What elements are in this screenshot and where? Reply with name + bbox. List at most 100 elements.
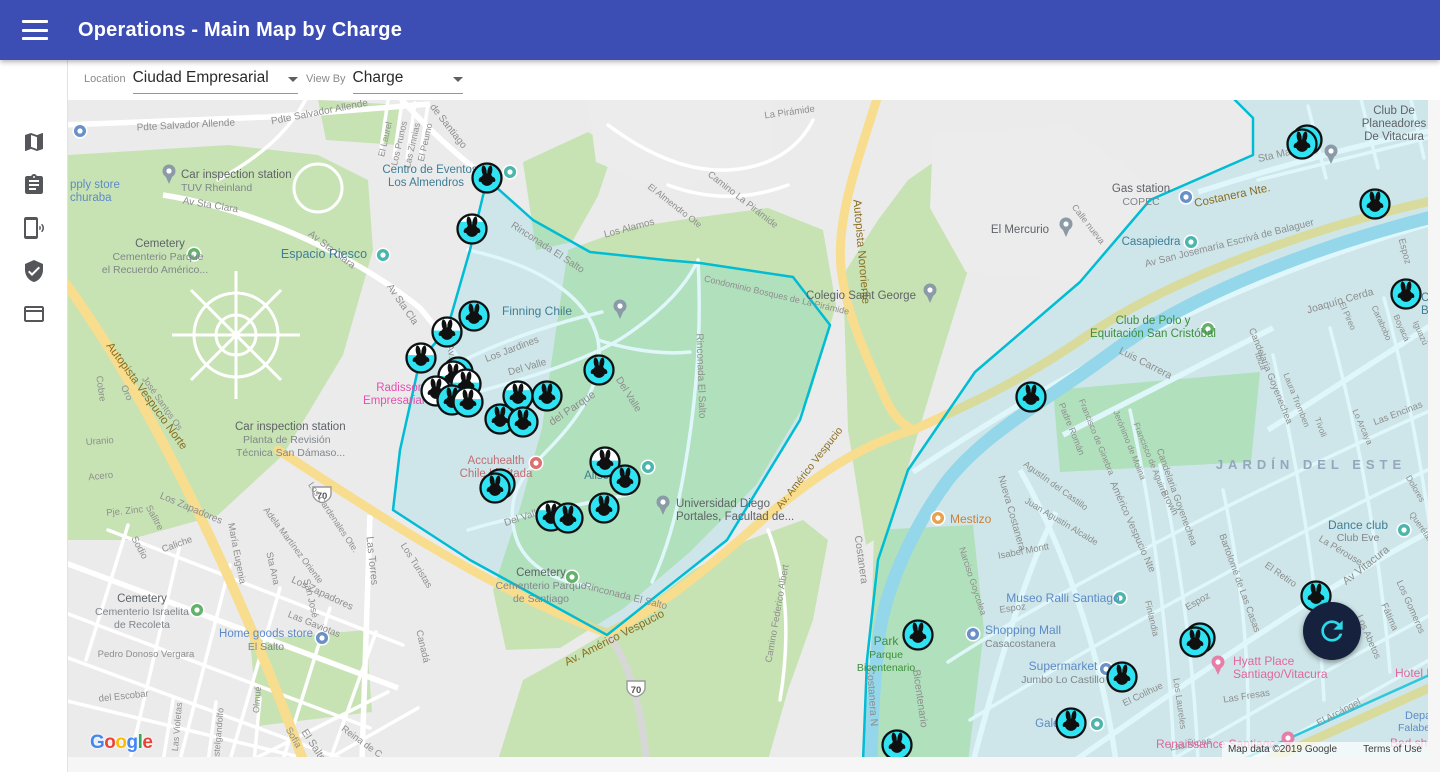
map-label: Accuhealth	[468, 455, 525, 467]
viewby-label: View By	[306, 73, 346, 85]
map-label: churaba	[70, 192, 112, 204]
google-logo-letter: o	[104, 732, 115, 753]
vehicle-marker[interactable]	[585, 356, 614, 385]
google-logo-letter: e	[142, 732, 152, 753]
map-poi[interactable]	[966, 627, 980, 641]
vehicle-marker[interactable]	[407, 344, 436, 373]
location-select[interactable]: Ciudad Empresarial	[133, 69, 298, 94]
map-canvas[interactable]: 7070 Pdte Salvador AllendePdte Salvador …	[68, 100, 1428, 757]
vehicle-marker[interactable]	[1392, 280, 1421, 309]
viewby-field: View By Charge	[306, 69, 463, 94]
vehicle-marker[interactable]	[454, 388, 483, 417]
map-label: Los Almendros	[388, 177, 464, 189]
attribution-text: Map data ©2019 Google	[1228, 744, 1337, 755]
map-label: Equitación San Cristóbal	[1090, 328, 1216, 340]
map-label: Park	[874, 634, 900, 648]
map-label: Departamento	[1405, 710, 1428, 722]
sidebar-item-devices[interactable]	[22, 216, 46, 240]
google-logo[interactable]: Google	[90, 732, 152, 754]
map-label: Espacio Riesco	[281, 247, 367, 261]
vehicle-marker[interactable]	[883, 731, 912, 758]
map-label: Cementerio Israelita	[95, 606, 189, 618]
vehicle-marker[interactable]	[904, 621, 933, 650]
menu-icon[interactable]	[22, 20, 48, 40]
sidebar-item-assignments[interactable]	[22, 173, 46, 197]
vehicle-marker[interactable]	[473, 164, 502, 193]
refresh-button[interactable]	[1303, 602, 1361, 660]
map-label: de Recoleta	[114, 619, 170, 631]
viewby-select[interactable]: Charge	[353, 69, 463, 94]
map-label: Falabella Parque	[1398, 722, 1428, 734]
map-label: Pedro Donoso Vergara	[98, 649, 195, 660]
map-label: Dance club	[1328, 518, 1388, 532]
map-label: Centro de Eventos	[382, 164, 478, 176]
map-label: pply store	[70, 179, 120, 191]
map-label: Colegio Saint George	[806, 290, 916, 302]
map-label: Jumbo Lo Castillo	[1021, 674, 1105, 686]
map-poi[interactable]	[503, 165, 517, 179]
sidebar-item-billing[interactable]	[22, 302, 46, 326]
vehicle-marker[interactable]	[509, 408, 538, 437]
terms-link[interactable]: Terms of Use	[1363, 744, 1422, 755]
map-label: Centro	[1421, 292, 1428, 304]
map-poi[interactable]	[190, 603, 204, 617]
phone-ring-icon	[22, 216, 46, 240]
map-label: El Mercurio	[991, 224, 1049, 236]
location-field: Location Ciudad Empresarial	[84, 69, 298, 94]
map-label: Mestizo	[950, 512, 992, 526]
shield-check-icon	[22, 259, 46, 283]
map-label: Museo Ralli Santiago	[1006, 591, 1120, 605]
map-label: Bicentenario	[857, 662, 916, 674]
map-label: JARDÍN DEL ESTE	[1216, 457, 1406, 472]
map-label: Universidad Diego	[676, 498, 770, 510]
location-label: Location	[84, 73, 126, 85]
map-label: Casapiedra	[1122, 236, 1181, 248]
svg-text:70: 70	[631, 685, 642, 696]
map-poi[interactable]	[1179, 190, 1193, 204]
vehicle-marker[interactable]	[590, 494, 619, 523]
map-label: Hotel Marriott	[1395, 666, 1428, 680]
route-shield: 70	[627, 681, 645, 697]
map-label: Car inspection station	[235, 421, 346, 433]
vehicle-marker[interactable]	[458, 215, 487, 244]
map-label: Car inspection station	[181, 169, 292, 181]
vehicle-marker[interactable]	[533, 382, 562, 411]
card-icon	[22, 302, 46, 326]
sidebar-item-map[interactable]	[22, 130, 46, 154]
map-label: Planeadores	[1362, 118, 1427, 130]
google-logo-letter: o	[115, 732, 126, 753]
map-label: Cemetery	[516, 567, 566, 579]
vehicle-marker[interactable]	[460, 302, 489, 331]
map-label: El Salto	[248, 641, 284, 653]
map-label: Club Eve	[1337, 532, 1380, 544]
vehicle-marker[interactable]	[611, 466, 640, 495]
map-label: Finning Chile	[502, 304, 572, 318]
map-label: Club De	[1373, 105, 1415, 117]
map-label: Cemetery	[135, 238, 185, 250]
map-label: de Santiago	[513, 593, 569, 605]
filter-toolbar: Location Ciudad Empresarial View By Char…	[68, 60, 1440, 100]
map-poi[interactable]	[73, 124, 87, 138]
map-label: Cemetery	[117, 593, 167, 605]
sidebar-item-security[interactable]	[22, 259, 46, 283]
clipboard-icon	[22, 173, 46, 197]
map-poi[interactable]	[1397, 523, 1411, 537]
map-label: el Recuerdo Américo...	[102, 264, 208, 276]
google-logo-letter: g	[127, 732, 138, 753]
vehicle-marker[interactable]	[1057, 709, 1086, 738]
map-poi[interactable]	[1090, 717, 1104, 731]
vehicle-marker[interactable]	[433, 318, 462, 347]
vehicle-marker[interactable]	[1361, 190, 1390, 219]
vehicle-marker[interactable]	[1017, 383, 1046, 412]
map-icon	[22, 130, 46, 154]
map-poi[interactable]	[931, 511, 945, 525]
map-poi[interactable]	[641, 460, 655, 474]
left-sidebar	[0, 60, 68, 772]
vehicle-marker[interactable]	[554, 504, 583, 533]
map-poi[interactable]	[376, 248, 390, 262]
map-label: Supermarket	[1029, 659, 1098, 673]
vehicle-marker[interactable]	[1108, 663, 1137, 692]
map-label: Home goods store	[219, 628, 313, 640]
map-label: Cementerio Parque	[112, 251, 203, 263]
chevron-down-icon	[288, 77, 298, 82]
